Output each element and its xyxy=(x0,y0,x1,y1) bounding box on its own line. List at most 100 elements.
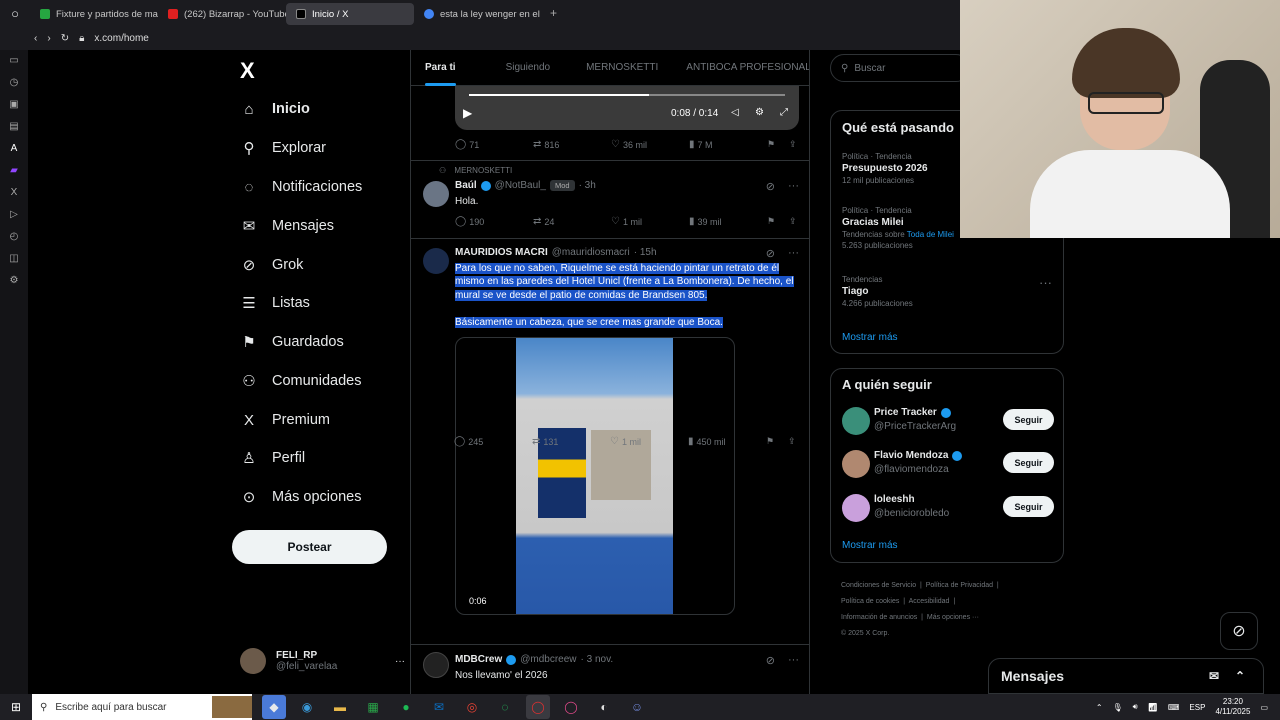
post-baul[interactable]: ⚇ MERNOSKETTI Baúl @NotBaul_ Mod · 3h ⊘ … xyxy=(411,160,809,238)
footer-link[interactable]: Información de anuncios xyxy=(841,614,917,621)
sidebar-history-icon[interactable]: ◷ xyxy=(6,74,22,90)
reply-button[interactable]: ◯ 71 xyxy=(455,139,533,150)
repost-button[interactable]: ⇄ 816 xyxy=(533,139,611,150)
sidebar-player-icon[interactable]: ▤ xyxy=(6,118,22,134)
nav-item-guardados[interactable]: ⚑ Guardados xyxy=(240,333,343,351)
sidebar-play-icon[interactable]: ▷ xyxy=(6,206,22,222)
post-video[interactable]: 0:06 xyxy=(455,337,735,615)
nav-item-mensajes[interactable]: ✉ Mensajes xyxy=(240,217,334,235)
nav-item-mas-opciones[interactable]: ⊙ Más opciones xyxy=(240,488,362,506)
mic-icon[interactable]: 🎙︎ xyxy=(1113,703,1123,712)
like-button[interactable]: ♡ 1 mil xyxy=(611,216,689,227)
views-button[interactable]: ▮ 39 mil xyxy=(689,216,767,227)
store-icon[interactable]: ▦ xyxy=(361,695,385,719)
fullscreen-icon[interactable]: ⤢ xyxy=(780,107,788,118)
settings-icon[interactable]: ⚙ xyxy=(755,107,764,118)
views-button[interactable]: ▮ 7 M xyxy=(689,139,767,150)
video-progress-bar[interactable] xyxy=(469,94,785,96)
who-show-more-link[interactable]: Mostrar más xyxy=(842,540,898,551)
footer-link[interactable]: Accesibilidad xyxy=(909,598,950,605)
taskbar-search-input[interactable]: Escribe aquí para buscar xyxy=(55,702,166,713)
tab-mernosketti[interactable]: MERNOSKETTI xyxy=(564,50,672,86)
notification-icon[interactable]: ▭ xyxy=(1260,703,1268,712)
nav-item-notificaciones[interactable]: ◌ Notificaciones xyxy=(240,178,363,196)
browser-tab-google[interactable]: esta la ley wenger en el m xyxy=(414,3,542,25)
network-icon[interactable]: 📶︎ xyxy=(1148,703,1158,712)
back-icon[interactable]: ‹ xyxy=(34,33,37,44)
grok-floating-icon[interactable]: ⊘ xyxy=(1220,612,1258,650)
author-handle[interactable]: @NotBaul_ xyxy=(495,180,546,191)
avatar[interactable] xyxy=(423,181,449,207)
sidebar-clock-icon[interactable]: ◴ xyxy=(6,228,22,244)
account-switcher[interactable]: FELI_RP @feli_varelaa ··· xyxy=(240,648,405,674)
sidebar-wallet-icon[interactable]: ▣ xyxy=(6,96,22,112)
follow-suggestion[interactable]: Price Tracker @PriceTrackerArg Seguir xyxy=(842,407,1054,437)
new-tab-button[interactable]: + xyxy=(542,6,565,20)
spotify-icon[interactable]: ● xyxy=(394,695,418,719)
follow-suggestion[interactable]: Flavio Mendoza @flaviomendoza Seguir xyxy=(842,450,1054,480)
bookmark-icon[interactable]: ⚑ xyxy=(767,216,789,227)
search-box[interactable]: ⚲ Buscar xyxy=(830,54,970,82)
nav-item-perfil[interactable]: ♙ Perfil xyxy=(240,449,305,467)
follow-button[interactable]: Seguir xyxy=(1003,409,1054,430)
post-mauridios[interactable]: MAURIDIOS MACRI @mauridiosmacri · 15h ⊘ … xyxy=(411,238,809,642)
share-icon[interactable]: ⇪ xyxy=(789,139,797,150)
nav-item-listas[interactable]: ☰ Listas xyxy=(240,294,310,312)
keyboard-icon[interactable]: ⌨ xyxy=(1168,703,1180,712)
play-icon[interactable]: ▶ xyxy=(463,106,472,120)
clock[interactable]: 23:20 4/11/2025 xyxy=(1215,697,1250,717)
footer-link[interactable]: Política de Privacidad xyxy=(926,582,993,589)
repost-button[interactable]: ⇄ 24 xyxy=(533,216,611,227)
follow-button[interactable]: Seguir xyxy=(1003,496,1054,517)
sidebar-settings-icon[interactable]: ⚙ xyxy=(6,272,22,288)
nav-item-explorar[interactable]: ⚲ Explorar xyxy=(240,139,327,157)
follow-button[interactable]: Seguir xyxy=(1003,452,1054,473)
tab-para-ti[interactable]: Para ti xyxy=(411,50,470,86)
avatar[interactable] xyxy=(423,652,449,678)
taskbar-search[interactable]: ⚲ Escribe aquí para buscar xyxy=(32,694,252,720)
nav-item-grok[interactable]: ⊘ Grok xyxy=(240,256,304,274)
post-time[interactable]: · 3 nov. xyxy=(581,654,614,665)
post-button[interactable]: Postear xyxy=(232,530,387,564)
nav-item-premium[interactable]: X Premium xyxy=(240,411,330,429)
whatsapp-icon[interactable]: ◌ xyxy=(493,695,517,719)
author-handle[interactable]: @mdbcreew xyxy=(520,654,576,665)
author-name[interactable]: Baúl xyxy=(455,180,477,191)
post-more-icon[interactable]: ··· xyxy=(788,654,799,666)
author-name[interactable]: MDBCrew xyxy=(455,654,502,665)
messages-dock[interactable]: Mensajes ✉ ⌃ xyxy=(988,658,1264,694)
author-name[interactable]: MAURIDIOS MACRI xyxy=(455,247,548,258)
post-mdbcrew[interactable]: MDBCrew @mdbcreew · 3 nov. ⊘ ··· Nos lle… xyxy=(411,644,809,694)
browser-tab-youtube[interactable]: (262) Bizarrap - YouTube xyxy=(158,3,286,25)
post-more-icon[interactable]: ··· xyxy=(788,247,799,259)
url-field[interactable]: x.com/home xyxy=(94,33,148,44)
opera-taskbar-icon[interactable]: ◯ xyxy=(526,695,550,719)
forward-icon[interactable]: › xyxy=(47,33,50,44)
trend-related-link[interactable]: Toda de Milei xyxy=(907,230,954,239)
trend-more-icon[interactable]: ··· xyxy=(1039,275,1052,290)
grok-explain-icon[interactable]: ⊘ xyxy=(766,247,775,260)
repost-button[interactable]: ⇄ 131 xyxy=(532,436,610,447)
post-more-icon[interactable]: ··· xyxy=(788,180,799,192)
opera-menu-icon[interactable]: ○ xyxy=(0,6,30,21)
footer-link[interactable]: Política de cookies xyxy=(841,598,899,605)
tab-siguiendo[interactable]: Siguiendo xyxy=(470,50,564,86)
like-button[interactable]: ♡ 1 mil xyxy=(610,436,688,447)
search-input[interactable]: Buscar xyxy=(854,63,885,74)
x-logo-icon[interactable]: X xyxy=(240,58,255,84)
share-icon[interactable]: ⇪ xyxy=(789,216,797,227)
chrome-icon[interactable]: ◎ xyxy=(460,695,484,719)
bookmark-icon[interactable]: ⚑ xyxy=(767,139,789,150)
windows-start-icon[interactable]: ⊞ xyxy=(0,700,32,714)
bookmark-icon[interactable]: ⚑ xyxy=(766,436,788,447)
avatar[interactable] xyxy=(423,248,449,274)
volume-icon[interactable]: 🔊︎ xyxy=(1133,702,1138,712)
nav-item-inicio[interactable]: ⌂ Inicio xyxy=(240,100,309,118)
reload-icon[interactable]: ↻ xyxy=(61,33,69,44)
share-icon[interactable]: ⇪ xyxy=(788,436,796,447)
discord-icon[interactable]: ☺ xyxy=(625,695,649,719)
tab-antiboca-profesional[interactable]: ANTIBOCA PROFESIONAL xyxy=(672,50,809,86)
post-time[interactable]: · 3h xyxy=(579,180,596,191)
grok-explain-icon[interactable]: ⊘ xyxy=(766,180,775,193)
footer-link[interactable]: Más opciones ··· xyxy=(927,614,979,621)
